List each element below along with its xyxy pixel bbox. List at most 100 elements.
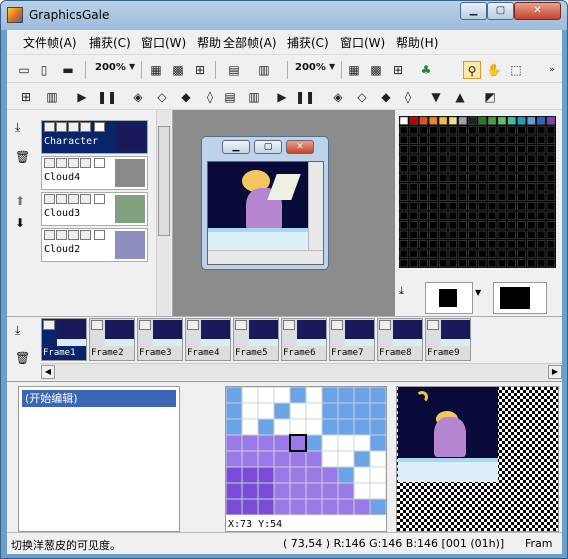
palette-swatch[interactable] [429,154,438,163]
palette-swatch[interactable] [497,221,507,230]
palette-swatch[interactable] [399,135,409,144]
menu-icon[interactable] [43,320,55,330]
palette-swatch[interactable] [438,202,448,211]
palette-swatch[interactable] [468,183,477,192]
palette-swatch[interactable] [448,259,458,268]
palette-swatch[interactable] [458,211,467,220]
arrow-down-icon[interactable]: ⬇ [15,216,25,230]
palette-swatch[interactable] [478,126,487,135]
zoom-icon[interactable]: ⚲ [463,61,481,79]
palette-swatch[interactable] [438,164,448,173]
palette-swatch[interactable] [507,135,516,144]
palette-swatch[interactable] [409,230,418,239]
palette-swatch[interactable] [536,249,546,258]
add-layer-icon[interactable]: ◈ [329,88,347,106]
palette-swatch[interactable] [507,116,516,125]
palette-swatch[interactable] [536,145,546,154]
palette-swatch[interactable] [438,154,448,163]
palette-swatch[interactable] [497,249,507,258]
palette-swatch[interactable] [419,230,428,239]
merge-layer-icon[interactable]: ◊ [399,88,417,106]
palette-swatch[interactable] [438,259,448,268]
palette-swatch[interactable] [448,192,458,201]
palette-swatch[interactable] [409,173,418,182]
zoom-select[interactable]: 200% [95,62,126,73]
grid-icon[interactable]: ▦ [345,61,363,79]
menu-icon[interactable] [94,194,105,204]
palette-swatch[interactable] [517,249,526,258]
palette-swatch[interactable] [487,230,497,239]
palette-swatch[interactable] [546,211,556,220]
palette-swatch[interactable] [429,183,438,192]
layer-row[interactable]: Cloud4 [41,156,148,190]
palette-swatch[interactable] [399,240,409,249]
palette-swatch[interactable] [487,145,497,154]
palette-grid[interactable] [399,116,556,268]
palette-swatch[interactable] [507,173,516,182]
palette-swatch[interactable] [458,135,467,144]
palette-swatch[interactable] [536,221,546,230]
delete-layer-icon[interactable]: ◆ [377,88,395,106]
palette-swatch[interactable] [487,221,497,230]
menu-icon[interactable] [91,320,103,330]
palette-swatch[interactable] [487,249,497,258]
palette-swatch[interactable] [468,126,477,135]
palette-swatch[interactable] [409,183,418,192]
palette-swatch[interactable] [507,249,516,258]
palette-swatch[interactable] [517,230,526,239]
palette-swatch[interactable] [478,145,487,154]
menu-icon[interactable] [94,230,105,240]
palette-swatch[interactable] [527,135,536,144]
palette-swatch[interactable] [429,145,438,154]
palette-swatch[interactable] [429,164,438,173]
palette-swatch[interactable] [546,135,556,144]
palette-swatch[interactable] [507,221,516,230]
palette-swatch[interactable] [409,240,418,249]
palette-swatch[interactable] [438,211,448,220]
link-icon[interactable] [68,122,79,132]
palette-swatch[interactable] [527,164,536,173]
palette-swatch[interactable] [419,192,428,201]
frame-thumbnail[interactable]: Frame7 [329,318,375,361]
palette-swatch[interactable] [536,164,546,173]
palette-swatch[interactable] [429,240,438,249]
palette-swatch[interactable] [438,126,448,135]
palette-swatch[interactable] [487,154,497,163]
frames-scrollbar[interactable]: ◀ ▶ [41,363,562,380]
palette-swatch[interactable] [507,145,516,154]
palette-swatch[interactable] [438,230,448,239]
palette-swatch[interactable] [419,116,428,125]
palette-swatch[interactable] [438,145,448,154]
image-window[interactable]: ▁ ▢ ✕ [201,136,329,270]
zoom-select-2[interactable]: 200% [295,62,326,73]
layer-icon[interactable]: ◇ [353,88,371,106]
palette-swatch[interactable] [546,202,556,211]
menu-help-partial[interactable]: 帮助 [197,34,221,51]
palette-swatch[interactable] [487,116,497,125]
add-frame-icon[interactable]: ⊞ [17,88,35,106]
palette-swatch[interactable] [527,145,536,154]
palette-swatch[interactable] [448,183,458,192]
magnifier-panel[interactable]: X:73 Y:54 [225,386,387,532]
arrow-down-icon[interactable]: ⤓ [15,323,20,338]
palette-swatch[interactable] [409,249,418,258]
palette-swatch[interactable] [536,211,546,220]
palette-swatch[interactable] [527,192,536,201]
minimize-button[interactable]: ▁ [222,140,250,154]
layers-scrollbar[interactable] [156,110,171,316]
palette-swatch[interactable] [399,249,409,258]
play-icon[interactable]: ▶ [73,88,91,106]
foreground-color[interactable] [425,282,473,314]
edit-icon[interactable] [80,122,91,132]
palette-swatch[interactable] [527,173,536,182]
palette-swatch[interactable] [497,116,507,125]
palette-swatch[interactable] [458,164,467,173]
open-icon[interactable]: ▯ [35,61,53,79]
link-icon[interactable] [68,194,79,204]
palette-swatch[interactable] [546,183,556,192]
palette-swatch[interactable] [517,202,526,211]
palette-swatch[interactable] [546,126,556,135]
palette-swatch[interactable] [419,135,428,144]
palette-swatch[interactable] [438,240,448,249]
palette-swatch[interactable] [409,164,418,173]
